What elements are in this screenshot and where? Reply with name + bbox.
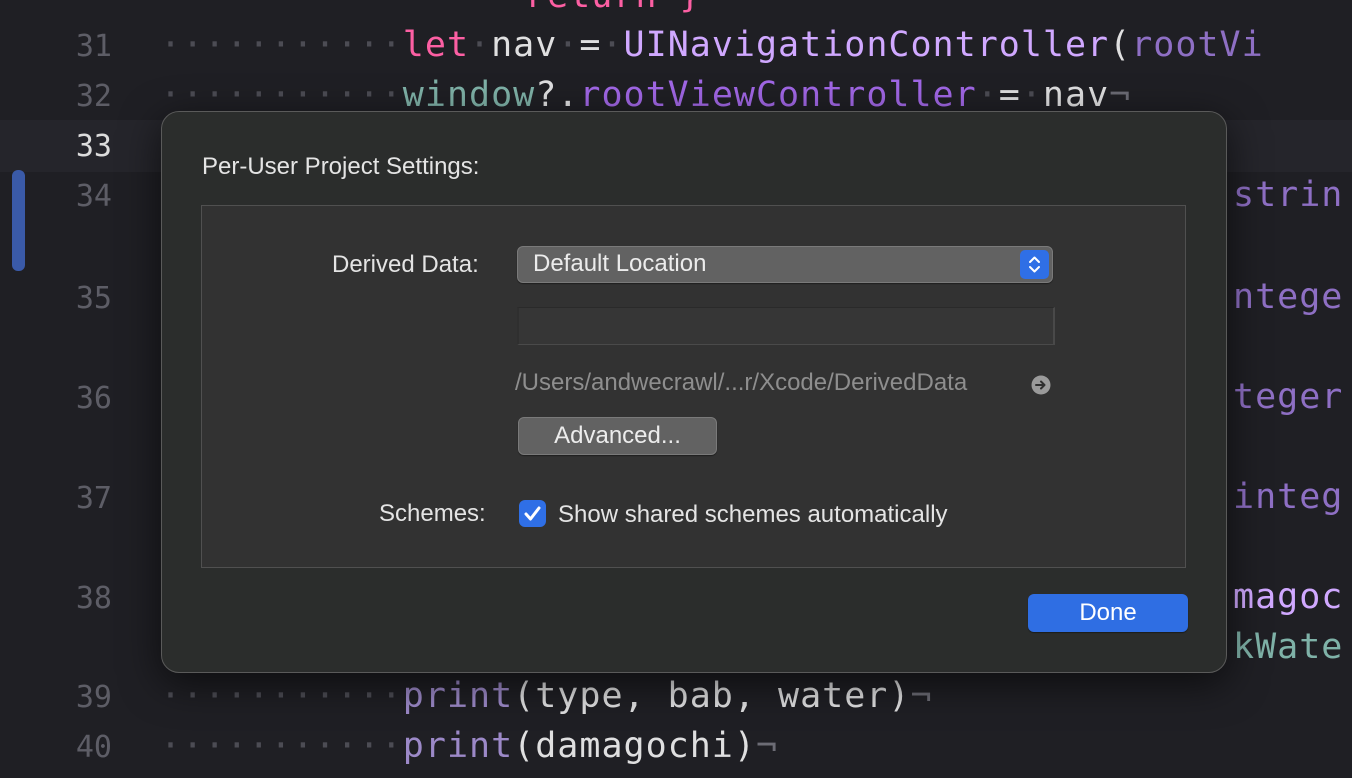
code-line-31: ···········let·nav·=·UINavigationControl… [160, 25, 1264, 65]
arrow-circle-right-icon[interactable] [1031, 375, 1051, 395]
derived-data-label: Derived Data: [332, 251, 479, 278]
chevron-up-down-icon [1020, 250, 1049, 279]
line-number: 39 [75, 680, 112, 715]
code-operator: ?. [535, 75, 580, 115]
code-fragment: strin [1233, 175, 1344, 215]
code-arguments: (damagochi) [513, 726, 756, 766]
code-identifier: nav [491, 25, 558, 65]
sheet-title: Per-User Project Settings: [202, 153, 480, 180]
invisible-char: ¬ [910, 676, 933, 716]
line-number: 34 [75, 179, 112, 214]
show-shared-schemes-label[interactable]: Show shared schemes automatically [558, 501, 948, 529]
line-number: 31 [75, 29, 112, 64]
code-arguments: (type, bab, water) [513, 676, 911, 716]
code-operator: = [998, 75, 1021, 115]
line-number: 37 [75, 481, 112, 516]
code-line-32: ···········window?.rootViewController·=·… [160, 75, 1132, 115]
code-type: UINavigationController [623, 25, 1110, 65]
done-button[interactable]: Done [1028, 594, 1188, 632]
derived-data-popup-value: Default Location [533, 250, 707, 277]
code-property: rootViewController [579, 75, 977, 115]
code-argument: rootVi [1131, 25, 1264, 65]
derived-data-popup[interactable]: Default Location [517, 246, 1053, 283]
code-fragment: integ [1233, 477, 1344, 517]
invisible-char: ¬ [1109, 75, 1132, 115]
code-operator: = [579, 25, 602, 65]
project-settings-sheet: Per-User Project Settings: Derived Data:… [161, 111, 1227, 673]
code-fragment: magoc [1233, 577, 1344, 617]
line-number: 38 [75, 581, 112, 616]
source-change-bar[interactable] [12, 170, 25, 271]
line-number: 36 [75, 381, 112, 416]
code-identifier: window [402, 75, 536, 115]
code-keyword: let [402, 25, 470, 65]
invisible-char: ¬ [755, 726, 779, 766]
code-line-40: ···········print(damagochi)¬ [160, 726, 779, 766]
checkmark-icon [524, 506, 541, 521]
schemes-label: Schemes: [379, 500, 486, 527]
code-keyword: return } [525, 0, 702, 16]
line-number: 32 [75, 79, 112, 114]
code-function: print [402, 726, 514, 766]
derived-data-custom-path-field[interactable] [517, 307, 1055, 345]
line-number-current: 33 [75, 129, 112, 164]
line-number: 40 [75, 730, 112, 765]
code-fragment: ntege [1233, 277, 1344, 317]
advanced-button[interactable]: Advanced... [518, 417, 717, 455]
code-line-39: ···········print(type, bab, water)¬ [160, 676, 933, 716]
show-shared-schemes-checkbox[interactable] [519, 500, 546, 527]
line-number: 35 [75, 281, 112, 316]
code-identifier: nav [1042, 75, 1110, 115]
code-line-partial: return } [525, 0, 702, 16]
settings-group-box: Derived Data: Default Location /Users/an… [201, 205, 1186, 568]
code-fragment: teger [1233, 377, 1344, 417]
code-paren: ( [1109, 25, 1132, 65]
code-fragment: kWate [1233, 627, 1344, 667]
derived-data-path: /Users/andwecrawl/...r/Xcode/DerivedData [515, 369, 968, 396]
code-function: print [402, 676, 514, 716]
